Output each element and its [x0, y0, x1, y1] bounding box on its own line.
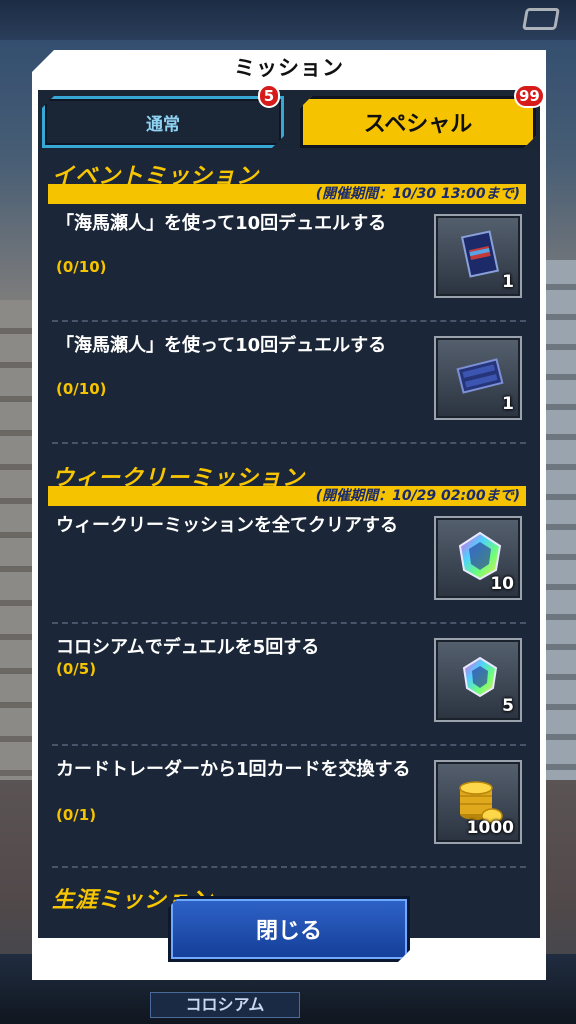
background-building-right: [542, 260, 576, 780]
card-pack-icon: [460, 230, 500, 278]
close-button[interactable]: 閉じる: [168, 896, 410, 962]
mission-text: カードトレーダーから1回カードを交換する: [56, 759, 411, 780]
reward-box[interactable]: 1000: [434, 760, 522, 844]
mission-text: コロシアムでデュエルを5回する: [56, 637, 320, 658]
tab-normal-badge: 5: [258, 84, 280, 108]
mission-text: 「海馬瀬人」を使って10回デュエルする: [56, 335, 387, 356]
mission-progress: (0/10): [56, 380, 107, 398]
background-building-left: [0, 300, 34, 780]
mission-item: カードトレーダーから1回カードを交換する (0/1) 1000: [52, 746, 526, 868]
tab-normal-label: 通常: [146, 114, 180, 135]
reward-box[interactable]: 5: [434, 638, 522, 722]
tab-normal[interactable]: 通常: [42, 96, 284, 148]
nav-label-colosseum: コロシアム: [150, 992, 300, 1018]
mission-progress: (0/10): [56, 258, 107, 276]
card-sleeve-icon: [456, 358, 504, 394]
gem-icon: [462, 656, 498, 698]
reward-count: 10: [490, 574, 514, 594]
hide-ui-icon: [522, 8, 560, 30]
reward-count: 1000: [466, 818, 514, 838]
mission-item: ウィークリーミッションを全てクリアする 10: [52, 502, 526, 624]
reward-box[interactable]: 1: [434, 336, 522, 420]
mission-text: ウィークリーミッションを全てクリアする: [56, 515, 398, 536]
mission-item: コロシアムでデュエルを5回する (0/5) 5: [52, 624, 526, 746]
section-header-weekly: ウィークリーミッション (開催期間：10/29 02:00まで): [38, 452, 540, 506]
mission-item: 「海馬瀬人」を使って10回デュエルする (0/10) 1: [52, 322, 526, 444]
tab-special[interactable]: スペシャル: [300, 96, 536, 148]
mission-progress: (0/1): [56, 806, 97, 824]
reward-box[interactable]: 1: [434, 214, 522, 298]
section-title: ウィークリーミッション: [52, 466, 306, 491]
mission-list[interactable]: イベントミッション (開催期間：10/30 13:00まで) 「海馬瀬人」を使っ…: [38, 150, 540, 938]
reward-count: 1: [502, 272, 514, 292]
tab-special-badge: 99: [514, 84, 545, 108]
mission-text: 「海馬瀬人」を使って10回デュエルする: [56, 213, 387, 234]
close-button-label: 閉じる: [255, 919, 322, 944]
mission-item: 「海馬瀬人」を使って10回デュエルする (0/10) 1: [52, 200, 526, 322]
reward-box[interactable]: 10: [434, 516, 522, 600]
background-top-bar: [0, 0, 576, 40]
reward-count: 5: [502, 696, 514, 716]
tab-special-label: スペシャル: [363, 112, 473, 137]
mission-dialog: ミッション 通常 スペシャル 5 99 イベントミッション (開催期間：10/3…: [32, 50, 546, 980]
reward-count: 1: [502, 394, 514, 414]
mission-progress: (0/5): [56, 660, 97, 678]
dialog-title: ミッション: [234, 56, 344, 80]
section-header-event: イベントミッション (開催期間：10/30 13:00まで): [38, 150, 540, 204]
section-title: イベントミッション: [52, 164, 260, 189]
